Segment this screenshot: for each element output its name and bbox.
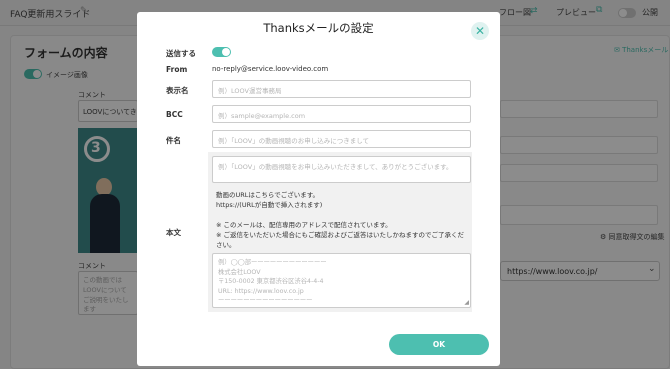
subject-label: 件名 — [166, 136, 181, 145]
display-name-field[interactable]: 例）LOOV運営事務局 — [212, 80, 471, 98]
resize-grip-icon[interactable]: ◢ — [464, 298, 469, 308]
body-line: 動画のURLはこちらでございます。 — [216, 191, 320, 199]
from-value: no-reply@service.loov-video.com — [212, 65, 329, 73]
body-line: https://(URLが自動で挿入されます) — [216, 201, 323, 209]
body-label: 本文 — [166, 228, 181, 237]
ok-button[interactable]: OK — [389, 334, 489, 355]
thanks-mail-dialog: Thanksメールの設定 ✕ 送信する From no-reply@servic… — [137, 12, 500, 366]
signature-line: 株式会社LOOV — [218, 268, 261, 276]
body-line: ※ ご返信をいただいた場合にもご確認およびご返答はいたしかねますのでご了承くださ… — [216, 231, 465, 249]
bcc-field[interactable]: 例）sample@example.com — [212, 105, 471, 123]
body-editor: 例）「LOOV」の動画視聴をお申し込みいただきまして、ありがとうございます。 動… — [208, 152, 472, 312]
send-label: 送信する — [166, 49, 196, 58]
close-icon[interactable]: ✕ — [471, 22, 489, 40]
display-name-label: 表示名 — [166, 86, 189, 95]
dialog-title: Thanksメールの設定 — [263, 21, 374, 35]
body-fixed-text: 動画のURLはこちらでございます。 https://(URLが自動で挿入されます… — [216, 190, 470, 250]
signature-line: ーーーーーーーーーーーーーーー — [218, 297, 313, 304]
bcc-label: BCC — [166, 110, 183, 119]
signature-line: 例）◯◯部ーーーーーーーーーーーー — [218, 259, 327, 266]
subject-field[interactable]: 例）「LOOV」の動画視聴のお申し込みにつきまして — [212, 130, 471, 148]
body-line — [216, 210, 470, 220]
signature-line: 〒150-0002 東京都渋谷区渋谷4-4-4 — [218, 278, 324, 285]
from-label: From — [166, 65, 188, 74]
body-intro-textarea[interactable]: 例）「LOOV」の動画視聴をお申し込みいただきまして、ありがとうございます。 — [212, 156, 471, 183]
signature-line: URL: https://www.loov.co.jp — [218, 287, 304, 295]
body-line: ※ このメールは、配信専用のアドレスで配信されています。 — [216, 221, 392, 229]
send-toggle[interactable] — [212, 47, 231, 57]
signature-textarea[interactable]: 例）◯◯部ーーーーーーーーーーーー 株式会社LOOV 〒150-0002 東京都… — [212, 253, 471, 308]
